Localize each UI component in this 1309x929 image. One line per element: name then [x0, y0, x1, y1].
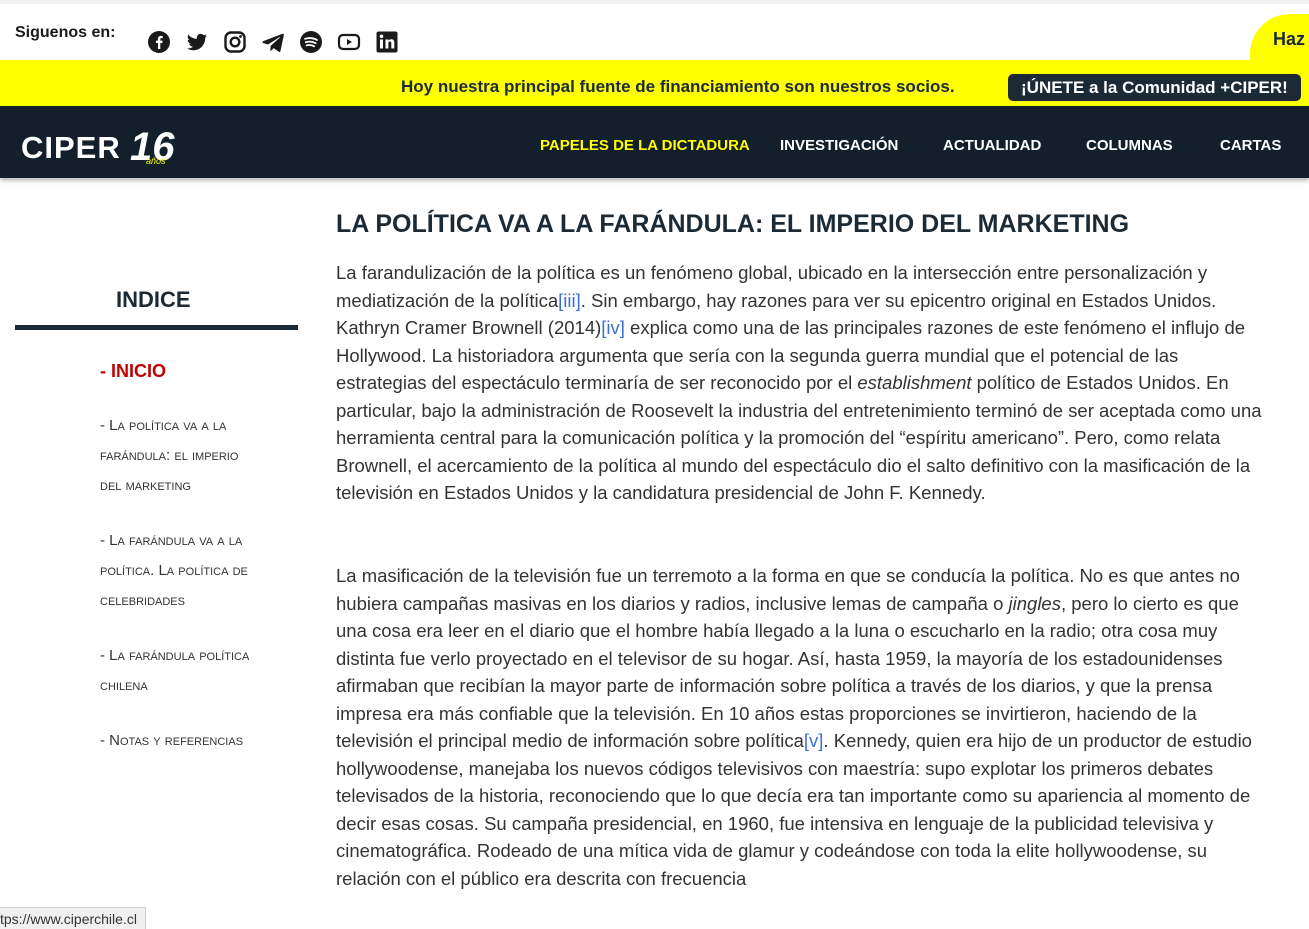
anniversary-badge: 16 años: [130, 125, 175, 168]
status-url: tps://www.ciperchile.cl: [0, 907, 146, 929]
toc-line: - Notas y referencias: [100, 732, 244, 749]
linkedin-icon[interactable]: [374, 29, 400, 55]
toc-item-farandula-chilena[interactable]: - La farándula política chilena: [100, 641, 290, 701]
footnote-link-v[interactable]: [v]: [804, 730, 824, 751]
main-nav: CIPER 16 años PAPELES DE LA DICTADURA IN…: [0, 106, 1309, 178]
anniversary-suffix: años: [146, 156, 166, 166]
nav-item-columnas[interactable]: COLUMNAS: [1086, 137, 1173, 154]
donate-cta[interactable]: Haz: [1250, 14, 1309, 66]
toc-item-farandula-politica[interactable]: - La farándula va a la política. La polí…: [100, 526, 290, 616]
toc-line: farándula: el imperio: [100, 447, 239, 464]
nav-item-papeles[interactable]: PAPELES DE LA DICTADURA: [540, 137, 750, 154]
telegram-icon[interactable]: [260, 29, 286, 55]
article-paragraph-1: La farandulización de la política es un …: [336, 259, 1266, 507]
site-logo[interactable]: CIPER: [21, 130, 121, 166]
funding-message: Hoy nuestra principal fuente de financia…: [401, 77, 955, 96]
twitter-icon[interactable]: [184, 29, 210, 55]
article-paragraph-2: La masificación de la televisión fue un …: [336, 562, 1266, 892]
join-community-button[interactable]: ¡ÚNETE a la Comunidad +CIPER!: [1008, 74, 1301, 101]
emphasis-establishment: establishment: [857, 372, 972, 393]
donate-cta-label: Haz: [1273, 29, 1306, 49]
emphasis-jingles: jingles: [1008, 592, 1061, 614]
toc-line: chilena: [100, 677, 148, 694]
social-bar: Siguenos en: Haz: [0, 0, 1309, 66]
index-divider: [15, 325, 298, 330]
youtube-icon[interactable]: [336, 29, 362, 55]
toc-line: política. La política de: [100, 562, 248, 579]
footnote-link-iii[interactable]: [iii]: [558, 290, 581, 311]
toc-line: celebridades: [100, 592, 185, 609]
toc-item-politica-farandula[interactable]: - La política va a la farándula: el impe…: [100, 411, 290, 501]
nav-item-actualidad[interactable]: ACTUALIDAD: [943, 137, 1041, 154]
text-run: . Kennedy, quien era hijo de un producto…: [336, 730, 1252, 889]
toc-item-inicio[interactable]: - INICIO: [100, 361, 166, 382]
toc-line: del marketing: [100, 477, 191, 494]
instagram-icon[interactable]: [222, 29, 248, 55]
toc-line: - La farándula va a la: [100, 532, 243, 549]
nav-item-investigacion[interactable]: INVESTIGACIÓN: [780, 137, 898, 154]
social-icons: [146, 29, 400, 55]
follow-label: Siguenos en:: [15, 24, 116, 41]
footnote-link-iv[interactable]: [iv]: [601, 317, 625, 338]
toc-item-notas[interactable]: - Notas y referencias: [100, 726, 290, 756]
article-headline: LA POLÍTICA VA A LA FARÁNDULA: EL IMPERI…: [336, 210, 1130, 238]
nav-item-cartas[interactable]: CARTAS: [1220, 137, 1281, 154]
facebook-icon[interactable]: [146, 29, 172, 55]
index-title: INDICE: [116, 287, 191, 312]
toc-line: - La política va a la: [100, 417, 227, 434]
toc-line: - La farándula política: [100, 647, 250, 664]
spotify-icon[interactable]: [298, 29, 324, 55]
funding-banner: Hoy nuestra principal fuente de financia…: [0, 60, 1309, 106]
text-run: , pero lo cierto es que una cosa era lee…: [336, 592, 1239, 752]
